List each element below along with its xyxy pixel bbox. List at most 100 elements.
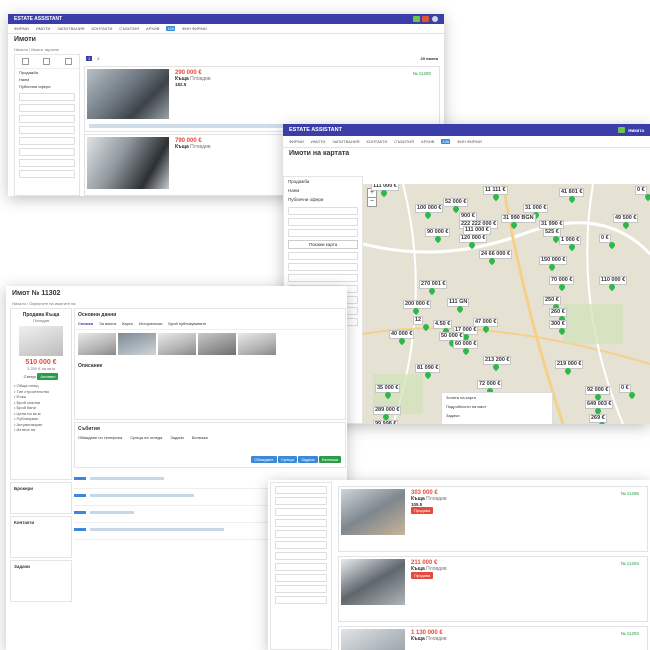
filter-field[interactable]	[288, 274, 358, 282]
filter-field[interactable]	[275, 486, 327, 494]
map-marker-icon[interactable]	[483, 326, 489, 334]
zoom-out-button[interactable]: −	[367, 197, 377, 207]
gallery-thumbnail[interactable]	[118, 333, 156, 355]
listing-photo[interactable]	[87, 137, 169, 189]
map-marker-icon[interactable]	[493, 194, 499, 202]
event-check-meeting[interactable]: Среща на огледа	[130, 435, 162, 440]
notifications-icon[interactable]	[618, 127, 626, 133]
map-marker-icon[interactable]	[435, 236, 441, 244]
page-button[interactable]: 1	[86, 56, 93, 61]
filter-field[interactable]	[275, 563, 327, 571]
add-call-button[interactable]: Обаждане	[251, 456, 277, 463]
map-marker-icon[interactable]	[623, 222, 629, 230]
event-check-call[interactable]: Обаждане по телефона	[78, 435, 122, 440]
nav-item-events[interactable]: СЪБИТИЯ	[394, 139, 414, 144]
event-check-task[interactable]: Задачи	[170, 435, 183, 440]
filter-field[interactable]	[19, 170, 75, 178]
map-marker-icon[interactable]	[609, 284, 615, 292]
listing-photo[interactable]	[341, 629, 405, 650]
detail-tab[interactable]: Снимки	[78, 321, 93, 326]
nav-item-firms[interactable]: ФИРМИ	[14, 26, 29, 31]
add-task-button[interactable]: Задача	[298, 456, 318, 463]
property-map[interactable]: + − 111 000 €11 111 €41 801 €0 €52 000 €…	[363, 184, 650, 424]
nav-item-contacts[interactable]: КОНТАКТИ	[366, 139, 387, 144]
nav-item-properties[interactable]: ИМОТИ	[36, 26, 51, 31]
notifications-icon[interactable]	[413, 16, 420, 22]
listing-card[interactable]: 1 130 000 € Къща Пловдив № 11293	[338, 626, 648, 650]
page-button[interactable]: 2	[95, 56, 101, 61]
map-marker-icon[interactable]	[599, 422, 605, 424]
brand-logo[interactable]: ESTATE ASSISTANT	[289, 127, 342, 133]
map-marker-icon[interactable]	[423, 324, 429, 332]
map-marker-icon[interactable]	[559, 284, 565, 292]
filter-field[interactable]	[288, 229, 358, 237]
listing-photo[interactable]	[87, 69, 169, 119]
map-marker-icon[interactable]	[457, 306, 463, 314]
filter-sale[interactable]: Продажба	[15, 69, 79, 76]
messages-icon[interactable]	[422, 16, 429, 22]
nav-item-finance[interactable]: ФИН ФИРМИ	[182, 26, 207, 31]
nav-item-properties[interactable]: ИМОТИ	[311, 139, 326, 144]
nav-item-archive[interactable]: АРХИВ	[146, 26, 159, 31]
map-marker-icon[interactable]	[559, 328, 565, 336]
map-marker-icon[interactable]	[413, 308, 419, 316]
filter-field[interactable]	[19, 104, 75, 112]
filter-field[interactable]	[288, 252, 358, 260]
nav-item-events[interactable]: СЪБИТИЯ	[119, 26, 139, 31]
map-marker-icon[interactable]	[469, 242, 475, 250]
listing-photo[interactable]	[341, 489, 405, 535]
add-note-button[interactable]: Бележка	[319, 456, 341, 463]
nav-item-inquiries[interactable]: ЗАПИТВАНИЯ	[332, 139, 359, 144]
filter-field[interactable]	[275, 497, 327, 505]
map-price-label[interactable]: 99 998 €	[373, 420, 399, 424]
show-map-button[interactable]: Покажи карта	[288, 240, 358, 249]
map-marker-icon[interactable]	[609, 242, 615, 250]
listing-id[interactable]: № 11293	[621, 631, 639, 636]
filter-public[interactable]: Публични офери	[15, 83, 79, 90]
listing-photo[interactable]	[341, 559, 405, 605]
filter-field[interactable]	[275, 508, 327, 516]
nav-item-archive[interactable]: АРХИВ	[421, 139, 434, 144]
filter-field[interactable]	[288, 263, 358, 271]
grid-view-icon[interactable]	[22, 58, 30, 65]
map-marker-icon[interactable]	[399, 338, 405, 346]
property-photo[interactable]	[19, 326, 63, 356]
listing-id[interactable]: № 11296	[621, 491, 639, 496]
map-price-label[interactable]: 12	[413, 316, 424, 325]
filter-sale[interactable]: Продажба	[284, 177, 362, 186]
filter-field[interactable]	[275, 519, 327, 527]
detail-tab[interactable]: Карта	[122, 321, 133, 326]
filter-field[interactable]	[19, 148, 75, 156]
map-marker-icon[interactable]	[645, 194, 650, 202]
add-meeting-button[interactable]: Среща	[277, 456, 297, 463]
map-price-label[interactable]: 31 990 BGN	[501, 214, 536, 223]
nav-item-inquiries[interactable]: ЗАПИТВАНИЯ	[57, 26, 84, 31]
user-name[interactable]: Никита	[628, 128, 644, 133]
gallery-thumbnail[interactable]	[238, 333, 276, 355]
detail-tab[interactable]: За имота	[99, 321, 116, 326]
filter-field[interactable]	[19, 93, 75, 101]
filter-field[interactable]	[288, 207, 358, 215]
filter-field[interactable]	[275, 585, 327, 593]
filter-field[interactable]	[275, 541, 327, 549]
map-marker-icon[interactable]	[549, 264, 555, 272]
map-marker-icon[interactable]	[565, 368, 571, 376]
map-marker-icon[interactable]	[511, 222, 517, 230]
detail-tab[interactable]: Брой публикуваните	[168, 321, 206, 326]
list-view-icon[interactable]	[43, 58, 51, 65]
filter-field[interactable]	[275, 596, 327, 604]
filter-public[interactable]: Публични офери	[284, 195, 362, 204]
nav-item-finance[interactable]: ФИН ФИРМИ	[457, 139, 482, 144]
gallery-thumbnail[interactable]	[78, 333, 116, 355]
filter-field[interactable]	[275, 574, 327, 582]
context-menu-item[interactable]: Подробности на имот	[442, 402, 552, 411]
filter-field[interactable]	[19, 126, 75, 134]
nav-item-contacts[interactable]: КОНТАКТИ	[91, 26, 112, 31]
map-marker-icon[interactable]	[489, 258, 495, 266]
context-menu-item[interactable]: Задачи	[442, 411, 552, 420]
map-marker-icon[interactable]	[569, 196, 575, 204]
listing-card[interactable]: 290 000 € Къща Пловдив 182.5 № 11290	[84, 66, 440, 132]
filter-field[interactable]	[275, 530, 327, 538]
filter-field[interactable]	[288, 218, 358, 226]
listing-card[interactable]: 303 000 € Къща Пловдив 105.5 Продава № 1…	[338, 486, 648, 552]
